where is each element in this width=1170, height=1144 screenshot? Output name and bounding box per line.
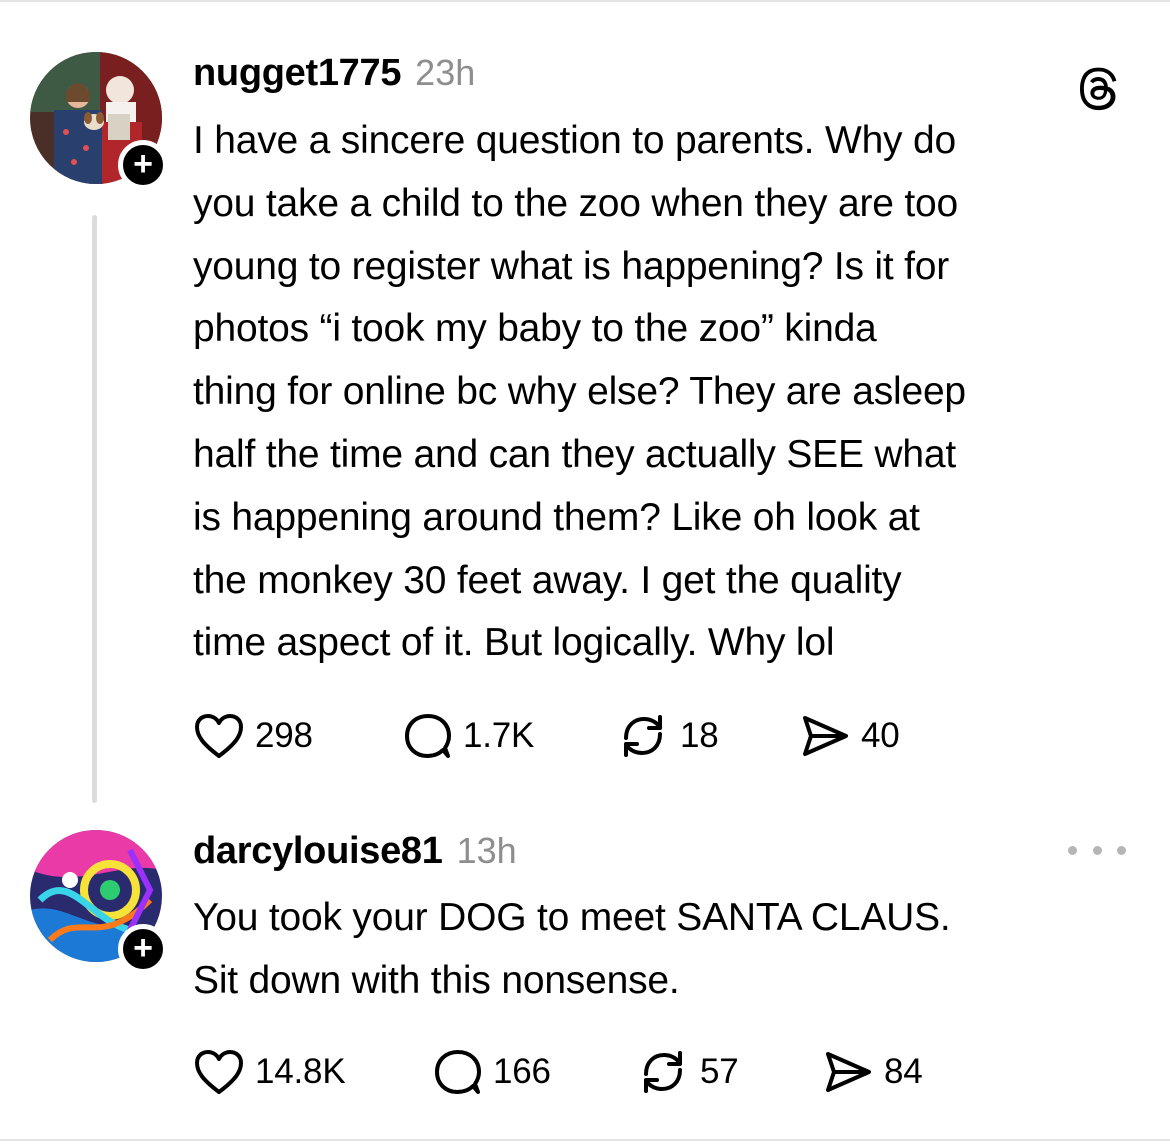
comment-bubble-icon [405, 714, 451, 758]
reply-button[interactable]: 1.7K [403, 712, 616, 760]
reply-count: 1.7K [463, 716, 535, 755]
heart-icon [195, 1050, 243, 1094]
bottom-divider [0, 1139, 1170, 1141]
action-bar: 14.8K 166 57 84 [193, 1048, 923, 1096]
menu-dot [1117, 845, 1126, 855]
comment-bubble-icon [435, 1050, 481, 1094]
share-button[interactable]: 84 [822, 1048, 923, 1096]
follow-button[interactable]: + [118, 924, 168, 974]
post-body-line: I have a sincere question to parents. Wh… [193, 119, 956, 162]
repost-button[interactable]: 18 [616, 712, 799, 760]
heart-icon [195, 714, 243, 758]
post-body-line: thing for online bc why else? They are a… [193, 370, 966, 414]
post-body-line: Sit down with this nonsense. [193, 958, 680, 1002]
menu-dot [1092, 845, 1102, 855]
like-count: 298 [255, 716, 313, 755]
post-body-line: you take a child to the zoo when they ar… [193, 181, 959, 225]
post-header: darcylouise81 13h [193, 830, 517, 873]
post-body-line: time aspect of it. But logically. Why lo… [193, 621, 835, 665]
repost-arrows-icon [624, 715, 662, 757]
post-body-line: is happening around them? Like oh look a… [193, 495, 920, 539]
timestamp: 13h [456, 830, 517, 871]
reply-button[interactable]: 166 [433, 1048, 636, 1096]
thread-reply: + darcylouise81 13h You took your DOG to… [0, 820, 1170, 1140]
timestamp: 23h [415, 52, 476, 93]
post-body-line: You took your DOG to meet SANTA CLAUS. [193, 896, 951, 939]
post-body-line: half the time and can they actually SEE … [193, 432, 956, 476]
repost-button[interactable]: 57 [636, 1048, 822, 1096]
post-body-line: young to register what is happening? Is … [193, 244, 950, 288]
post-body-line: the monkey 30 feet away. I get the quali… [193, 558, 902, 602]
reply-body: You took your DOG to meet SANTA CLAUS. S… [193, 887, 1128, 1013]
action-bar: 298 1.7K 18 40 [193, 712, 900, 760]
share-count: 40 [861, 716, 900, 755]
reply-count: 166 [493, 1052, 551, 1091]
repost-arrows-icon [644, 1051, 682, 1093]
like-button[interactable]: 298 [193, 712, 403, 760]
username[interactable]: nugget1775 [193, 52, 401, 95]
follow-button[interactable]: + [118, 140, 168, 190]
menu-dot [1068, 845, 1077, 855]
avatar-darcylouise81[interactable]: + [30, 830, 168, 974]
avatar-nugget1775[interactable]: + [30, 52, 168, 190]
repost-count: 57 [700, 1052, 739, 1091]
send-paper-plane-icon [803, 716, 848, 756]
more-options-icon[interactable] [1068, 840, 1126, 860]
post-header: nugget1775 23h [193, 52, 475, 95]
like-count: 14.8K [255, 1052, 346, 1091]
post-body: I have a sincere question to parents. Wh… [193, 110, 1128, 675]
username[interactable]: darcylouise81 [193, 830, 443, 873]
repost-count: 18 [680, 716, 719, 755]
threads-logo-icon[interactable] [1075, 64, 1125, 114]
post-body-line: photos “i took my baby to the zoo” kinda [193, 307, 877, 351]
share-count: 84 [884, 1052, 923, 1091]
send-paper-plane-icon [826, 1052, 871, 1092]
thread-connector-line [92, 215, 97, 803]
like-button[interactable]: 14.8K [193, 1048, 433, 1096]
thread-post: + nugget1775 23h I have a sincere questi… [0, 0, 1170, 820]
share-button[interactable]: 40 [799, 712, 900, 760]
